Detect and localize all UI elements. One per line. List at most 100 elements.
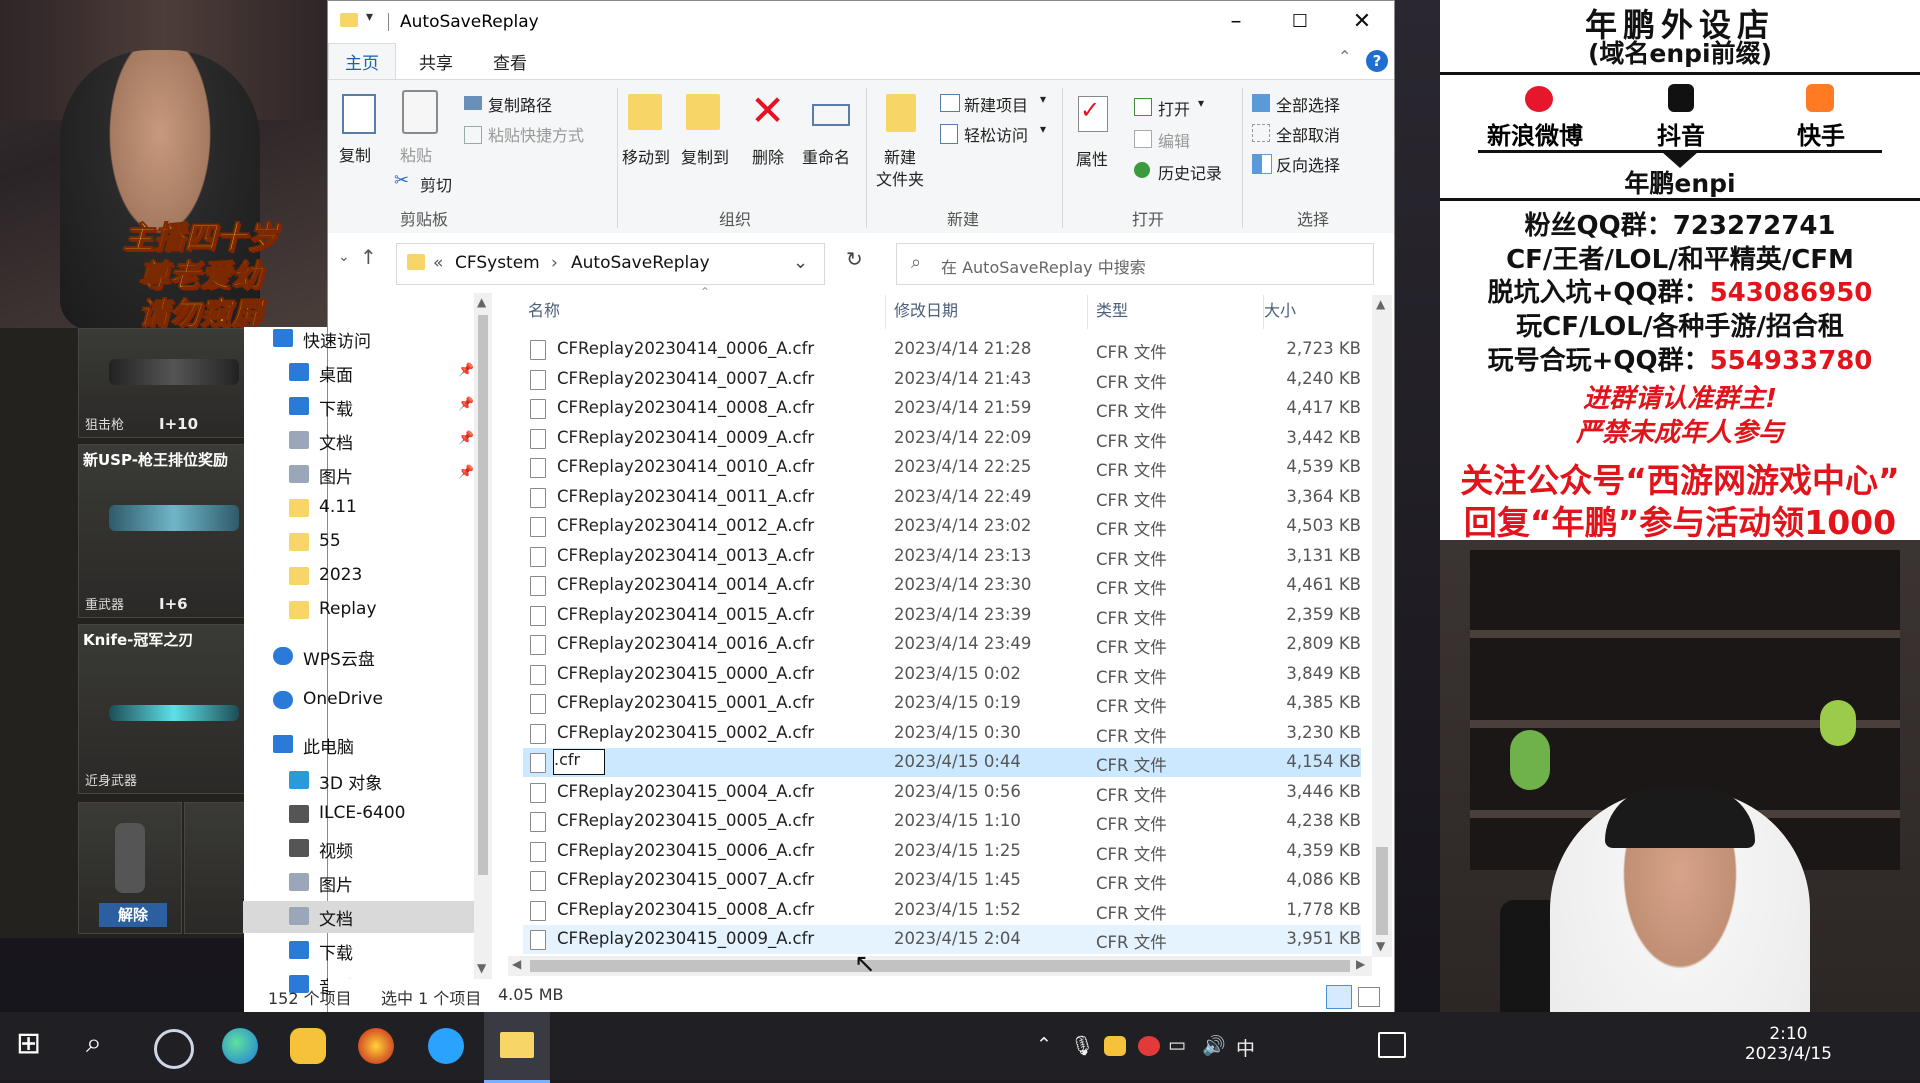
dropdown-icon[interactable]: ▾ — [1040, 92, 1046, 106]
collapse-ribbon-icon[interactable]: ⌃ — [1338, 47, 1351, 66]
nav-item[interactable]: ILCE-6400 — [243, 799, 483, 831]
title-bar[interactable]: ▾ AutoSaveReplay – ☐ ✕ — [328, 1, 1394, 43]
nav-item[interactable]: 下载 📌 — [243, 391, 483, 423]
details-view-icon[interactable] — [1326, 985, 1352, 1009]
copy-button[interactable]: 复制 — [339, 142, 371, 166]
nav-scroll-thumb[interactable] — [478, 315, 488, 875]
file-row[interactable]: CFReplay20230414_0010_A.cfr 2023/4/14 22:… — [523, 453, 1361, 482]
properties-button[interactable]: 属性 — [1076, 146, 1108, 170]
file-row[interactable]: CFReplay20230415_0007_A.cfr 2023/4/15 1:4… — [523, 866, 1361, 895]
file-row[interactable]: CFReplay20230415_0002_A.cfr 2023/4/15 0:3… — [523, 719, 1361, 748]
invert-selection-button[interactable]: 反向选择 — [1276, 152, 1340, 176]
file-row[interactable]: CFReplay20230415_0006_A.cfr 2023/4/15 1:2… — [523, 837, 1361, 866]
breadcrumb-cfsystem[interactable]: CFSystem — [455, 253, 540, 273]
file-row[interactable]: CFReplay20230414_0015_A.cfr 2023/4/14 23:… — [523, 601, 1361, 630]
address-bar[interactable]: « CFSystem › AutoSaveReplay ⌄ — [396, 243, 825, 285]
close-button[interactable]: ✕ — [1330, 1, 1394, 43]
breadcrumb-overflow[interactable]: « — [433, 253, 443, 273]
nav-item[interactable]: 3D 对象 — [243, 765, 483, 797]
large-icons-view-icon[interactable] — [1358, 987, 1380, 1007]
search-icon[interactable]: ⌕ — [86, 1026, 134, 1074]
file-row[interactable]: CFReplay20230414_0009_A.cfr 2023/4/14 22:… — [523, 424, 1361, 453]
explorer-taskbar-button[interactable] — [484, 1012, 550, 1083]
address-dropdown-icon[interactable]: ⌄ — [793, 252, 808, 273]
nav-item[interactable]: OneDrive — [243, 685, 483, 717]
history-button[interactable]: 历史记录 — [1158, 160, 1222, 184]
file-scroll-thumb[interactable] — [1376, 847, 1388, 935]
nav-item[interactable]: 4.11 — [243, 493, 483, 525]
file-row[interactable]: CFReplay20230415_0000_A.cfr 2023/4/15 0:0… — [523, 660, 1361, 689]
nav-item[interactable]: 此电脑 — [243, 729, 483, 761]
file-row[interactable]: CFReplay20230415_0009_A.cfr 2023/4/15 2:0… — [523, 925, 1361, 954]
refresh-icon[interactable]: ↻ — [846, 247, 863, 271]
rename-input[interactable]: .cfr — [553, 749, 605, 775]
nav-item[interactable]: 图片 — [243, 867, 483, 899]
select-none-button[interactable]: 全部取消 — [1276, 122, 1340, 146]
column-type[interactable]: 类型 — [1096, 297, 1128, 329]
file-row[interactable]: CFReplay20230414_0014_A.cfr 2023/4/14 23:… — [523, 571, 1361, 600]
new-folder-button-line2[interactable]: 文件夹 — [876, 166, 924, 190]
recent-locations-icon[interactable]: ⌄ — [338, 249, 350, 265]
new-folder-button[interactable]: 新建 — [884, 144, 916, 168]
pin-icon[interactable]: 📌 — [458, 363, 474, 378]
nav-item[interactable]: WPS云盘 — [243, 641, 483, 673]
paste-shortcut-button[interactable]: 粘贴快捷方式 — [488, 122, 584, 146]
easy-access-button[interactable]: 轻松访问 — [964, 122, 1028, 146]
file-row[interactable]: CFReplay20230415_0001_A.cfr 2023/4/15 0:1… — [523, 689, 1361, 718]
column-name[interactable]: 名称 — [528, 297, 560, 329]
pin-icon[interactable]: 📌 — [458, 397, 474, 412]
show-hidden-icons[interactable]: ⌃ — [1036, 1034, 1052, 1056]
tab-share[interactable]: 共享 — [419, 49, 453, 74]
open-button[interactable]: 打开 — [1158, 96, 1190, 120]
file-list-scrollbar[interactable]: ▲ ▼ — [1372, 295, 1392, 957]
crossfire-icon[interactable] — [358, 1028, 394, 1064]
breadcrumb-autosavereplay[interactable]: AutoSaveReplay — [571, 253, 710, 273]
file-row[interactable]: .cfr 2023/4/15 0:44 CFR 文件 4,154 KB — [523, 748, 1361, 777]
nav-item[interactable]: 下载 — [243, 935, 483, 967]
nav-item[interactable]: 2023 — [243, 561, 483, 593]
tab-home[interactable]: 主页 — [345, 49, 379, 74]
nav-scrollbar[interactable]: ▲ ▼ — [474, 293, 492, 979]
dropdown-icon[interactable]: ▾ — [1040, 122, 1046, 136]
cortana-icon[interactable] — [154, 1029, 194, 1069]
tab-view[interactable]: 查看 — [493, 49, 527, 74]
file-row[interactable]: CFReplay20230414_0006_A.cfr 2023/4/14 21:… — [523, 335, 1361, 364]
nav-item[interactable]: 快速访问 — [243, 323, 483, 355]
copy-to-button[interactable]: 复制到 — [681, 144, 729, 168]
quick-access-dropdown-icon[interactable]: ▾ — [366, 9, 373, 25]
volume-icon[interactable]: 🔊 — [1202, 1034, 1226, 1057]
nav-item[interactable]: Replay — [243, 595, 483, 627]
system-clock[interactable]: 2:10 2023/4/15 — [1745, 1024, 1832, 1064]
pin-icon[interactable]: 📌 — [458, 431, 474, 446]
file-row[interactable]: CFReplay20230415_0004_A.cfr 2023/4/15 0:5… — [523, 778, 1361, 807]
help-icon[interactable]: ? — [1366, 50, 1388, 72]
nav-item[interactable]: 55 — [243, 527, 483, 559]
copy-icon[interactable] — [342, 94, 376, 134]
microphone-icon[interactable]: 🎙 — [1070, 1034, 1094, 1057]
copy-path-button[interactable]: 复制路径 — [488, 92, 552, 116]
delete-button[interactable]: 删除 — [752, 144, 784, 168]
app-icon[interactable] — [290, 1028, 326, 1064]
nav-item[interactable]: 桌面 📌 — [243, 357, 483, 389]
horizontal-scroll-thumb[interactable] — [530, 960, 1350, 972]
horizontal-scrollbar[interactable]: ◀ ▶ — [508, 956, 1372, 976]
tray-app-icon[interactable] — [1138, 1036, 1160, 1056]
column-date[interactable]: 修改日期 — [894, 297, 958, 329]
search-box[interactable]: ⌕ 在 AutoSaveReplay 中搜索 — [896, 243, 1374, 285]
file-row[interactable]: CFReplay20230414_0008_A.cfr 2023/4/14 21:… — [523, 394, 1361, 423]
move-to-button[interactable]: 移动到 — [622, 144, 670, 168]
file-row[interactable]: CFReplay20230414_0007_A.cfr 2023/4/14 21:… — [523, 365, 1361, 394]
tray-app-icon[interactable] — [1104, 1036, 1126, 1056]
file-row[interactable]: CFReplay20230415_0008_A.cfr 2023/4/15 1:5… — [523, 896, 1361, 925]
minimize-button[interactable]: – — [1204, 1, 1268, 43]
unequip-button[interactable]: 解除 — [99, 903, 167, 927]
cut-button[interactable]: 剪切 — [420, 172, 452, 196]
nav-item[interactable]: 视频 — [243, 833, 483, 865]
file-row[interactable]: CFReplay20230414_0013_A.cfr 2023/4/14 23:… — [523, 542, 1361, 571]
nav-item[interactable]: 图片 📌 — [243, 459, 483, 491]
paste-button[interactable]: 粘贴 — [400, 142, 432, 166]
column-size[interactable]: 大小 — [1264, 297, 1296, 329]
dropdown-icon[interactable]: ▾ — [1198, 96, 1204, 110]
up-arrow-icon[interactable]: ↑ — [360, 245, 377, 269]
network-icon[interactable]: ▭ — [1168, 1034, 1186, 1056]
